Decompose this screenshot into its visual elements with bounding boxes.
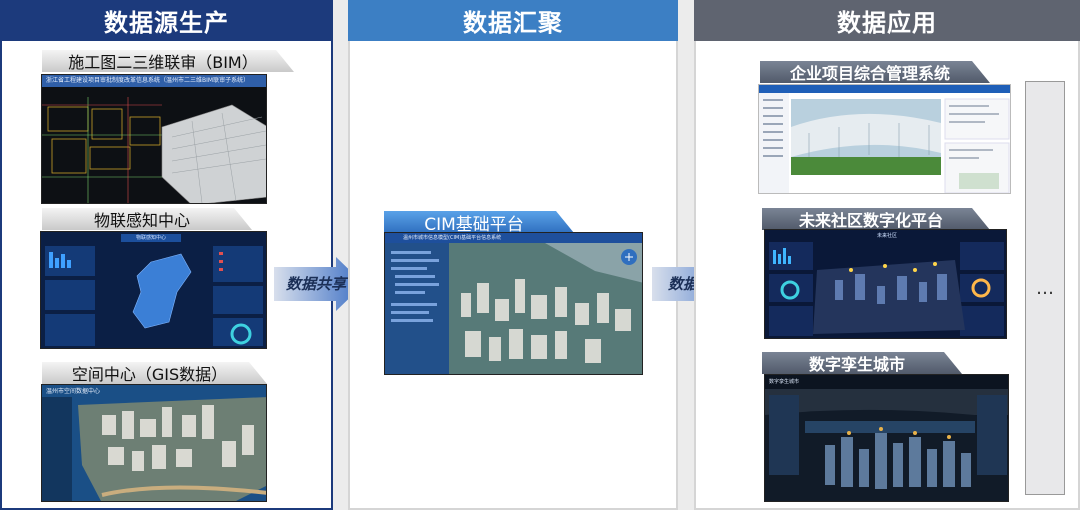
bim-screenshot: 浙江省工程建设项目审批制度改革信息系统（温州市二三维BIM联审子系统） [41, 74, 267, 204]
enterprise-topbar [759, 85, 1010, 93]
cim-screen-titlebar: 温州市城市信息模型(CIM)基础平台信息系统 [385, 233, 642, 243]
bim-screen-titlebar: 浙江省工程建设项目审批制度改革信息系统（温州市二三维BIM联审子系统） [42, 75, 266, 87]
future-community-screenshot: 未来社区 [764, 229, 1007, 339]
cim-3d-city [385, 243, 642, 374]
bim-drawing [42, 87, 266, 203]
apply-column-header: 数据应用 [694, 0, 1080, 41]
iot-screenshot: 物联感知中心 [40, 231, 267, 349]
gis-screenshot: 温州市空间数据中心 [41, 384, 267, 502]
iot-dashboard [45, 246, 263, 346]
digital-twin-city [765, 389, 1008, 501]
more-applications-box: … [1025, 81, 1065, 495]
source-column-title: 数据源生产 [104, 9, 229, 37]
cim-platform-screenshot: 温州市城市信息模型(CIM)基础平台信息系统 [384, 232, 643, 375]
source-column-header: 数据源生产 [0, 0, 333, 41]
enterprise-content [759, 93, 1010, 193]
enterprise-system-screenshot [758, 84, 1011, 194]
future-community-label: 未来社区数字化平台 [762, 208, 990, 230]
cim-platform-label: CIM基础平台 [384, 211, 574, 233]
iot-label: 物联感知中心 [42, 208, 252, 230]
more-ellipsis: … [1036, 277, 1054, 299]
enterprise-system-label: 企业项目综合管理系统 [760, 61, 990, 83]
future-community-dashboard [769, 242, 1004, 336]
digital-twin-screenshot: 数字孪生城市 [764, 374, 1009, 502]
share-arrow-label: 数据共享 [286, 275, 347, 293]
gis-label: 空间中心（GIS数据） [42, 362, 267, 384]
apply-column-title: 数据应用 [837, 9, 937, 37]
aggregate-column-title: 数据汇聚 [463, 9, 563, 37]
digital-twin-label: 数字孪生城市 [762, 352, 962, 374]
gis-map [42, 397, 266, 501]
aggregate-column-header: 数据汇聚 [348, 0, 678, 41]
bim-label: 施工图二三维联审（BIM） [42, 50, 294, 72]
